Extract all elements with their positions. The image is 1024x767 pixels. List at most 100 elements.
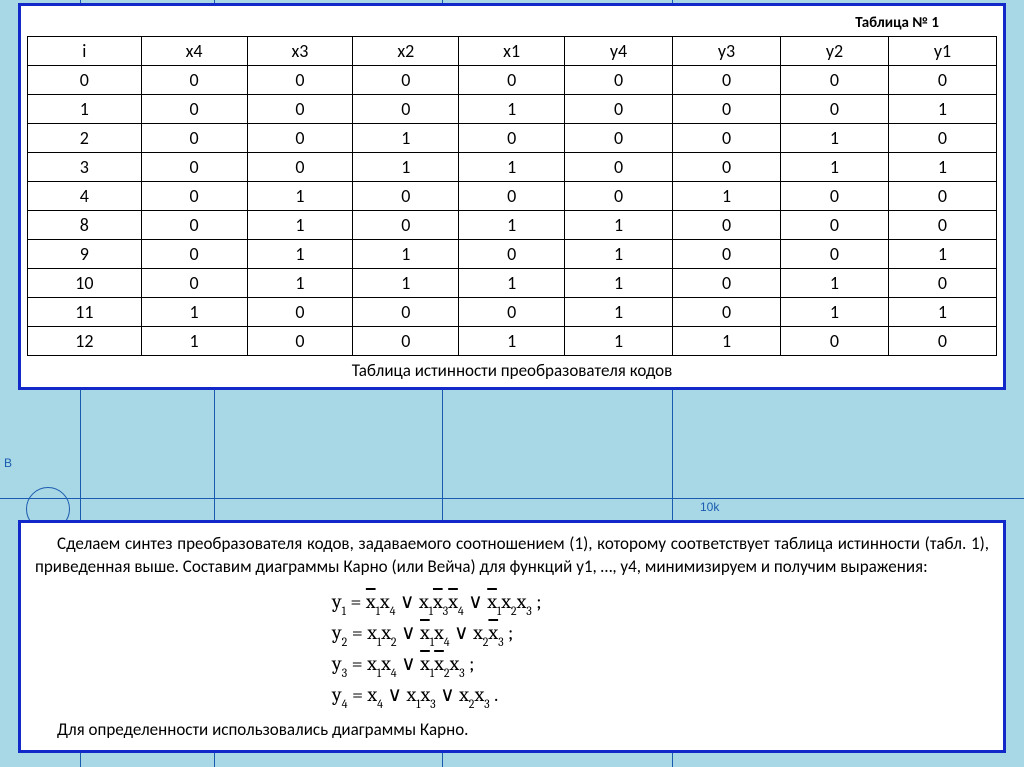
truth-table: i x4 x3 x2 x1 y4 y3 y2 y1 00000000010001… — [27, 36, 997, 356]
table-cell: 0 — [673, 240, 781, 269]
table-cell: 0 — [141, 182, 247, 211]
table-cell: 0 — [353, 298, 459, 327]
table-cell: 1 — [353, 269, 459, 298]
table-cell: 0 — [888, 211, 996, 240]
paragraph-1: Сделаем синтез преобразователя кодов, за… — [35, 533, 989, 579]
table-cell: 1 — [247, 269, 353, 298]
table-cell: 0 — [353, 66, 459, 95]
table-cell: 1 — [353, 124, 459, 153]
table-row: 000000000 — [28, 66, 997, 95]
table-cell: 1 — [565, 298, 673, 327]
bg-wire-h — [0, 498, 1024, 499]
table-cell: 0 — [565, 66, 673, 95]
table-cell: 0 — [141, 240, 247, 269]
equations-block: y1 = x1x4 ∨ x1x3x4 ∨ x1x2x3 ; y2 = x1x2 … — [332, 587, 692, 711]
table-cell: 0 — [353, 327, 459, 356]
table-cell: 0 — [141, 153, 247, 182]
col-h: i — [28, 37, 142, 66]
table-cell: 0 — [673, 66, 781, 95]
table-cell: 0 — [888, 66, 996, 95]
table-cell: 1 — [565, 211, 673, 240]
table-row: 1110001011 — [28, 298, 997, 327]
table-cell: 0 — [28, 66, 142, 95]
table-cell: 1 — [459, 327, 565, 356]
table-cell: 0 — [247, 95, 353, 124]
table-row: 1001111010 — [28, 269, 997, 298]
table-cell: 0 — [459, 240, 565, 269]
table-cell: 1 — [781, 269, 889, 298]
table-cell: 0 — [673, 124, 781, 153]
table-cell: 0 — [247, 124, 353, 153]
table-cell: 4 — [28, 182, 142, 211]
table-cell: 0 — [459, 298, 565, 327]
table-row: 401000100 — [28, 182, 997, 211]
explanation-panel: Сделаем синтез преобразователя кодов, за… — [18, 520, 1006, 753]
table-cell: 8 — [28, 211, 142, 240]
table-cell: 0 — [141, 211, 247, 240]
table-cell: 0 — [565, 153, 673, 182]
table-cell: 1 — [141, 327, 247, 356]
table-cell: 1 — [565, 240, 673, 269]
bg-label-10k: 10k — [700, 500, 719, 514]
table-cell: 1 — [888, 240, 996, 269]
eq-y2: y2 = x1x2 ∨ x1x4 ∨ x2x3 ; — [332, 618, 692, 649]
col-h: x4 — [141, 37, 247, 66]
eq-y1: y1 = x1x4 ∨ x1x3x4 ∨ x1x2x3 ; — [332, 587, 692, 618]
table-cell: 0 — [888, 182, 996, 211]
table-row: 200100010 — [28, 124, 997, 153]
table-cell: 1 — [781, 153, 889, 182]
table-cell: 1 — [459, 269, 565, 298]
eq-y3: y3 = x1x4 ∨ x1x2x3 ; — [332, 649, 692, 680]
table-cell: 1 — [353, 153, 459, 182]
table-cell: 0 — [141, 95, 247, 124]
table-cell: 1 — [565, 327, 673, 356]
table-cell: 1 — [247, 240, 353, 269]
table-cell: 1 — [673, 182, 781, 211]
col-h: x3 — [247, 37, 353, 66]
table-cell: 0 — [781, 182, 889, 211]
table-cell: 1 — [888, 298, 996, 327]
table-cell: 0 — [459, 124, 565, 153]
col-h: y1 — [888, 37, 996, 66]
table-cell: 0 — [141, 269, 247, 298]
table-cell: 0 — [141, 66, 247, 95]
table-cell: 0 — [888, 124, 996, 153]
table-cell: 0 — [247, 298, 353, 327]
table-cell: 1 — [565, 269, 673, 298]
table-cell: 1 — [28, 95, 142, 124]
table-row: 801011000 — [28, 211, 997, 240]
col-h: x2 — [353, 37, 459, 66]
table-title: Таблица № 1 — [27, 12, 997, 36]
table-cell: 0 — [673, 269, 781, 298]
table-cell: 0 — [673, 211, 781, 240]
table-cell: 0 — [781, 327, 889, 356]
col-h: y2 — [781, 37, 889, 66]
table-row: 300110011 — [28, 153, 997, 182]
table-cell: 0 — [459, 182, 565, 211]
table-cell: 1 — [247, 182, 353, 211]
table-cell: 12 — [28, 327, 142, 356]
table-cell: 0 — [565, 95, 673, 124]
bg-label-b: B — [4, 456, 12, 470]
table-cell: 1 — [141, 298, 247, 327]
col-h: y3 — [673, 37, 781, 66]
table-cell: 1 — [888, 153, 996, 182]
table-cell: 1 — [781, 298, 889, 327]
col-h: y4 — [565, 37, 673, 66]
table-cell: 0 — [247, 327, 353, 356]
table-row: 100010001 — [28, 95, 997, 124]
table-cell: 0 — [141, 124, 247, 153]
table-cell: 1 — [247, 211, 353, 240]
table-cell: 1 — [459, 153, 565, 182]
table-cell: 1 — [781, 124, 889, 153]
col-h: x1 — [459, 37, 565, 66]
table-cell: 0 — [673, 298, 781, 327]
table-cell: 1 — [459, 211, 565, 240]
table-caption: Таблица истинности преобразователя кодов — [27, 356, 997, 381]
table-cell: 0 — [888, 327, 996, 356]
table-cell: 3 — [28, 153, 142, 182]
table-cell: 0 — [353, 95, 459, 124]
table-cell: 0 — [353, 211, 459, 240]
table-cell: 0 — [565, 182, 673, 211]
table-cell: 0 — [781, 66, 889, 95]
